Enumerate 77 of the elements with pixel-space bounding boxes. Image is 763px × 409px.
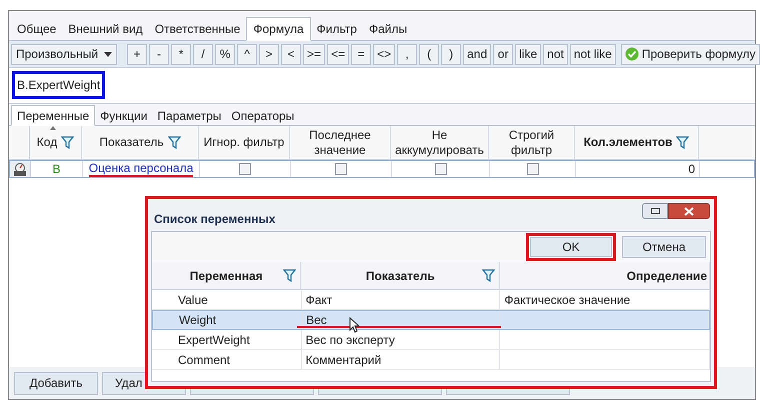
operator-button[interactable]: > (259, 44, 280, 64)
operator-button[interactable]: % (215, 44, 236, 64)
check-formula-button[interactable]: Проверить формулу (620, 44, 760, 64)
filter-icon[interactable] (168, 136, 181, 149)
list-row[interactable]: Comment Комментарий (152, 350, 710, 370)
operator-button[interactable]: and (463, 44, 492, 64)
table-cell-text: ExpertWeight (178, 332, 250, 348)
filter-icon[interactable] (61, 136, 74, 149)
operator-button[interactable]: + (127, 44, 148, 64)
column-header[interactable]: Показатель (82, 126, 199, 159)
caret-icon (104, 52, 112, 56)
column-header[interactable]: Строгий фильтр (489, 126, 575, 159)
table-cell-text: Value (178, 292, 208, 308)
tab[interactable]: Файлы (362, 18, 414, 40)
checkbox[interactable] (239, 163, 251, 175)
tab[interactable]: Переменные (11, 105, 96, 126)
operator-button[interactable]: ) (441, 44, 462, 64)
operator-button[interactable]: not like (570, 44, 616, 64)
formula-field[interactable]: B.ExpertWeight (12, 71, 106, 99)
operator-button[interactable]: * (171, 44, 192, 64)
filter-icon[interactable] (283, 269, 296, 282)
table-cell-text: Факт (306, 292, 332, 308)
close-icon (684, 206, 694, 216)
restore-button[interactable] (642, 203, 668, 219)
check-icon (624, 47, 639, 61)
column-header[interactable]: Кол.элементов (575, 126, 699, 159)
tab[interactable]: Формула (246, 17, 311, 41)
tab[interactable]: Параметры (152, 106, 226, 125)
column-header[interactable]: Не аккумулировать (391, 126, 489, 159)
operator-button[interactable]: <> (373, 44, 396, 64)
table-cell-text: Комментарий (306, 352, 382, 368)
operator-button[interactable]: or (493, 44, 514, 64)
table-cell-text: Фактическое значение (504, 292, 630, 308)
operator-button[interactable]: ^ (237, 44, 258, 64)
operator-button[interactable]: , (397, 44, 418, 64)
ok-button[interactable]: OK (530, 237, 612, 257)
table-cell: 0 (576, 161, 700, 177)
list-row[interactable]: ExpertWeight Вес по эксперту (152, 330, 710, 350)
tab[interactable]: Фильтр (310, 18, 363, 40)
table-cell: B (31, 161, 83, 177)
dialog-title: Список переменных (154, 211, 276, 228)
column-header[interactable]: Игнор. фильтр (199, 126, 290, 159)
table-cell-text: Weight (179, 312, 216, 329)
column-header[interactable]: Показатель (301, 262, 500, 289)
column-header[interactable]: Код (30, 126, 82, 159)
cursor-icon (349, 317, 359, 333)
tab[interactable]: Функции (95, 106, 152, 125)
operator-button[interactable]: - (149, 44, 170, 64)
checkbox[interactable] (526, 163, 538, 175)
close-button[interactable] (668, 203, 710, 219)
operator-button[interactable]: = (351, 44, 372, 64)
tab[interactable]: Операторы (226, 106, 300, 125)
column-header[interactable]: Переменная (152, 262, 302, 289)
checkbox[interactable] (335, 163, 347, 175)
column-header[interactable]: Определение (500, 262, 710, 289)
filter-icon[interactable] (482, 269, 496, 282)
action-button[interactable]: Добавить (14, 372, 98, 394)
column-header[interactable]: Последнее значение (290, 126, 391, 159)
operator-button[interactable]: ( (419, 44, 440, 64)
operator-button[interactable]: < (281, 44, 302, 64)
indicator-link[interactable]: Оценка персонала (88, 161, 194, 177)
checkbox[interactable] (434, 163, 446, 175)
operator-button[interactable]: / (193, 44, 214, 64)
table-cell-text: Comment (178, 352, 230, 368)
tab[interactable]: Внешний вид (62, 18, 149, 40)
operator-button[interactable]: not (543, 44, 568, 64)
table-cell-text: Вес (306, 312, 327, 329)
mode-dropdown[interactable]: Произвольный (11, 44, 118, 64)
cancel-button[interactable]: Отмена (622, 236, 706, 258)
operator-button[interactable]: <= (327, 44, 350, 64)
tab[interactable]: Общее (11, 18, 62, 40)
tab[interactable]: Ответственные (148, 18, 246, 40)
filter-icon[interactable] (676, 136, 690, 149)
list-row[interactable]: Weight Вес (152, 310, 710, 330)
operator-button[interactable]: >= (303, 44, 326, 64)
table-cell-text: Вес по эксперту (306, 332, 395, 348)
operator-button[interactable]: like (515, 44, 542, 64)
